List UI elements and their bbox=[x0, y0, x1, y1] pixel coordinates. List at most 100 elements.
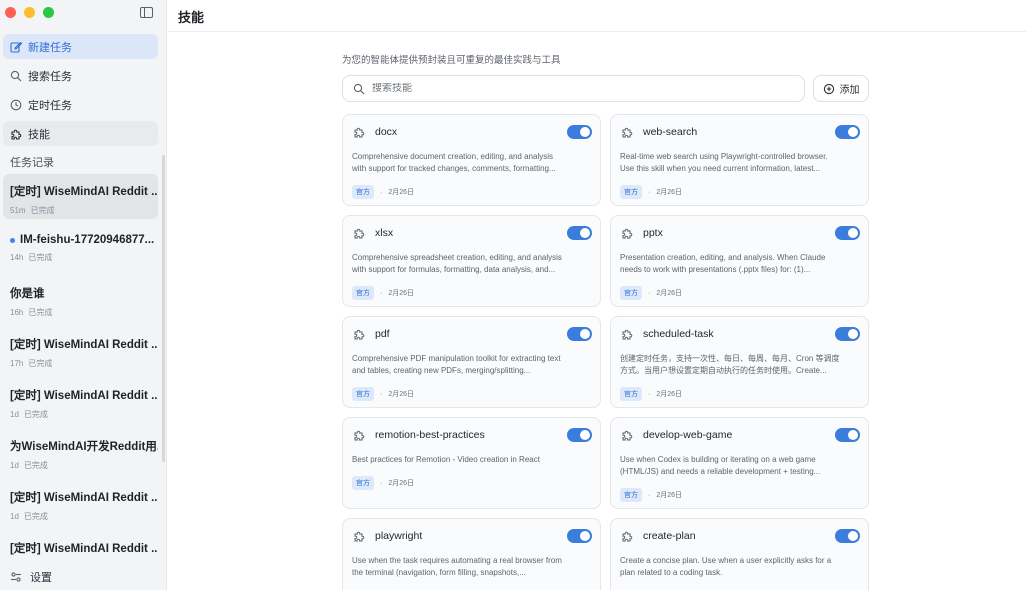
skill-enable-toggle[interactable] bbox=[835, 125, 860, 139]
history-item-age: 1d bbox=[10, 461, 19, 470]
history-item-status: 已完成 bbox=[23, 410, 48, 419]
skill-description: Use when the task requires automating a … bbox=[352, 556, 562, 565]
skill-date: 2月26日 bbox=[656, 391, 683, 398]
scheduled-tasks-button[interactable]: 定时任务 bbox=[3, 92, 158, 117]
official-badge: 官方 bbox=[620, 185, 642, 199]
skill-enable-toggle[interactable] bbox=[835, 327, 860, 341]
history-item-status: 已完成 bbox=[28, 253, 53, 262]
new-task-button[interactable]: 新建任务 bbox=[3, 34, 158, 59]
skill-enable-toggle[interactable] bbox=[835, 428, 860, 442]
skill-enable-toggle[interactable] bbox=[567, 226, 592, 240]
close-window-button[interactable] bbox=[5, 7, 16, 18]
skill-enable-toggle[interactable] bbox=[835, 529, 860, 543]
puzzle-icon bbox=[10, 128, 22, 140]
history-item[interactable]: IM-feishu-17720946877... 14h 已完成 bbox=[3, 225, 158, 276]
maximize-window-button[interactable] bbox=[43, 7, 54, 18]
puzzle-icon bbox=[353, 328, 365, 340]
edit-icon bbox=[10, 41, 22, 53]
nav-label: 搜索任务 bbox=[28, 70, 72, 83]
nav-label: 技能 bbox=[28, 128, 50, 141]
skill-enable-toggle[interactable] bbox=[567, 428, 592, 442]
unread-dot-icon bbox=[10, 237, 15, 243]
history-item-age: 14h bbox=[10, 253, 24, 262]
plus-circle-icon bbox=[823, 83, 835, 95]
official-badge: 官方 bbox=[352, 387, 374, 401]
skill-card[interactable]: remotion-best-practices Best practices f… bbox=[342, 417, 601, 509]
skill-card[interactable]: pdf Comprehensive PDF manipulation toolk… bbox=[342, 316, 601, 408]
nav-label: 定时任务 bbox=[28, 99, 72, 112]
skill-name: remotion-best-practices bbox=[375, 429, 485, 441]
skill-description: Real-time web search using Playwright-co… bbox=[620, 152, 828, 161]
skill-description: Create a concise plan. Use when a user e… bbox=[620, 556, 832, 565]
official-badge: 官方 bbox=[352, 286, 374, 300]
skill-name: xlsx bbox=[375, 227, 394, 239]
puzzle-icon bbox=[353, 126, 365, 138]
history-item-title: 为WiseMindAI开发Reddit用... bbox=[10, 441, 158, 453]
skill-card[interactable]: create-plan Create a concise plan. Use w… bbox=[610, 518, 869, 590]
skill-name: pdf bbox=[375, 328, 390, 340]
search-icon bbox=[353, 83, 365, 95]
history-item-title: [定时] WiseMindAI Reddit ... bbox=[10, 543, 158, 555]
settings-button[interactable]: 设置 bbox=[10, 569, 52, 585]
history-item-age: 1d bbox=[10, 410, 19, 419]
skill-card[interactable]: web-search Real-time web search using Pl… bbox=[610, 114, 869, 206]
skill-card[interactable]: pptx Presentation creation, editing, and… bbox=[610, 215, 869, 307]
history-item[interactable]: 为WiseMindAI开发Reddit用... 1d 已完成 bbox=[3, 429, 158, 480]
puzzle-icon bbox=[353, 227, 365, 239]
history-item-title: [定时] WiseMindAI Reddit ... bbox=[10, 390, 158, 402]
sidebar: 新建任务 搜索任务 定时任务 技能 任务记录 [定时] WiseMindAI R… bbox=[0, 0, 167, 590]
skill-description: 创建定时任务，支持一次性、每日、每周、每月、Cron 等调度 bbox=[620, 354, 840, 363]
minimize-window-button[interactable] bbox=[24, 7, 35, 18]
search-tasks-button[interactable]: 搜索任务 bbox=[3, 63, 158, 88]
official-badge: 官方 bbox=[352, 185, 374, 199]
history-item-title: [定时] WiseMindAI Reddit ... bbox=[10, 339, 158, 351]
official-badge: 官方 bbox=[620, 488, 642, 502]
skill-enable-toggle[interactable] bbox=[567, 529, 592, 543]
add-skill-button[interactable]: 添加 bbox=[813, 75, 869, 102]
sidebar-nav: 新建任务 搜索任务 定时任务 技能 bbox=[3, 34, 158, 150]
skill-date: 2月26日 bbox=[656, 189, 683, 196]
skill-card[interactable]: xlsx Comprehensive spreadsheet creation,… bbox=[342, 215, 601, 307]
clock-icon bbox=[10, 99, 22, 111]
skill-name: create-plan bbox=[643, 530, 696, 542]
skill-name: docx bbox=[375, 126, 398, 138]
skill-description: plan related to a coding task. bbox=[620, 568, 723, 577]
skill-card[interactable]: docx Comprehensive document creation, ed… bbox=[342, 114, 601, 206]
puzzle-icon bbox=[621, 429, 633, 441]
skill-name: develop-web-game bbox=[643, 429, 733, 441]
window-controls bbox=[5, 7, 54, 18]
skill-description: (HTML/JS) and needs a reliable developme… bbox=[620, 467, 821, 476]
sidebar-scrollbar[interactable] bbox=[162, 155, 165, 462]
skill-date: 2月26日 bbox=[656, 290, 683, 297]
history-item-age: 16h bbox=[10, 308, 24, 317]
skill-name: scheduled-task bbox=[643, 328, 714, 340]
history-item[interactable]: [定时] WiseMindAI Reddit ... 1d 已完成 bbox=[3, 480, 158, 531]
skill-enable-toggle[interactable] bbox=[567, 327, 592, 341]
sidebar-toggle-icon[interactable] bbox=[140, 7, 153, 18]
settings-sliders-icon bbox=[10, 571, 22, 583]
skill-search-input[interactable] bbox=[372, 83, 772, 94]
history-item[interactable]: [定时] WiseMindAI Reddit ... 51m 已完成 bbox=[3, 174, 158, 219]
skill-card[interactable]: playwright Use when the task requires au… bbox=[342, 518, 601, 590]
history-item[interactable]: [定时] WiseMindAI Reddit ... 17h 已完成 bbox=[3, 327, 158, 378]
skill-enable-toggle[interactable] bbox=[567, 125, 592, 139]
history-item-title: [定时] WiseMindAI Reddit ... bbox=[10, 186, 158, 198]
skill-enable-toggle[interactable] bbox=[835, 226, 860, 240]
puzzle-icon bbox=[353, 530, 365, 542]
skill-description: needs to work with presentations (.pptx … bbox=[620, 265, 811, 274]
skill-card[interactable]: develop-web-game Use when Codex is build… bbox=[610, 417, 869, 509]
history-item-age: 1d bbox=[10, 512, 19, 521]
official-badge: 官方 bbox=[352, 476, 374, 490]
add-skill-label: 添加 bbox=[839, 85, 860, 96]
page-subtitle: 为您的智能体提供预封装且可重复的最佳实践与工具 bbox=[342, 55, 561, 66]
page-title: 技能 bbox=[178, 10, 205, 25]
skill-description: with support for formulas, formatting, d… bbox=[352, 265, 556, 274]
history-item[interactable]: 你是谁 16h 已完成 bbox=[3, 276, 158, 327]
skill-search-box[interactable] bbox=[342, 75, 805, 102]
skill-card[interactable]: scheduled-task 创建定时任务，支持一次性、每日、每周、每月、Cro… bbox=[610, 316, 869, 408]
skill-date: 2月26日 bbox=[388, 189, 415, 196]
skill-description: Comprehensive PDF manipulation toolkit f… bbox=[352, 354, 561, 363]
skill-name: playwright bbox=[375, 530, 423, 542]
history-item[interactable]: [定时] WiseMindAI Reddit ... 1d 已完成 bbox=[3, 378, 158, 429]
skills-nav-button[interactable]: 技能 bbox=[3, 121, 158, 146]
